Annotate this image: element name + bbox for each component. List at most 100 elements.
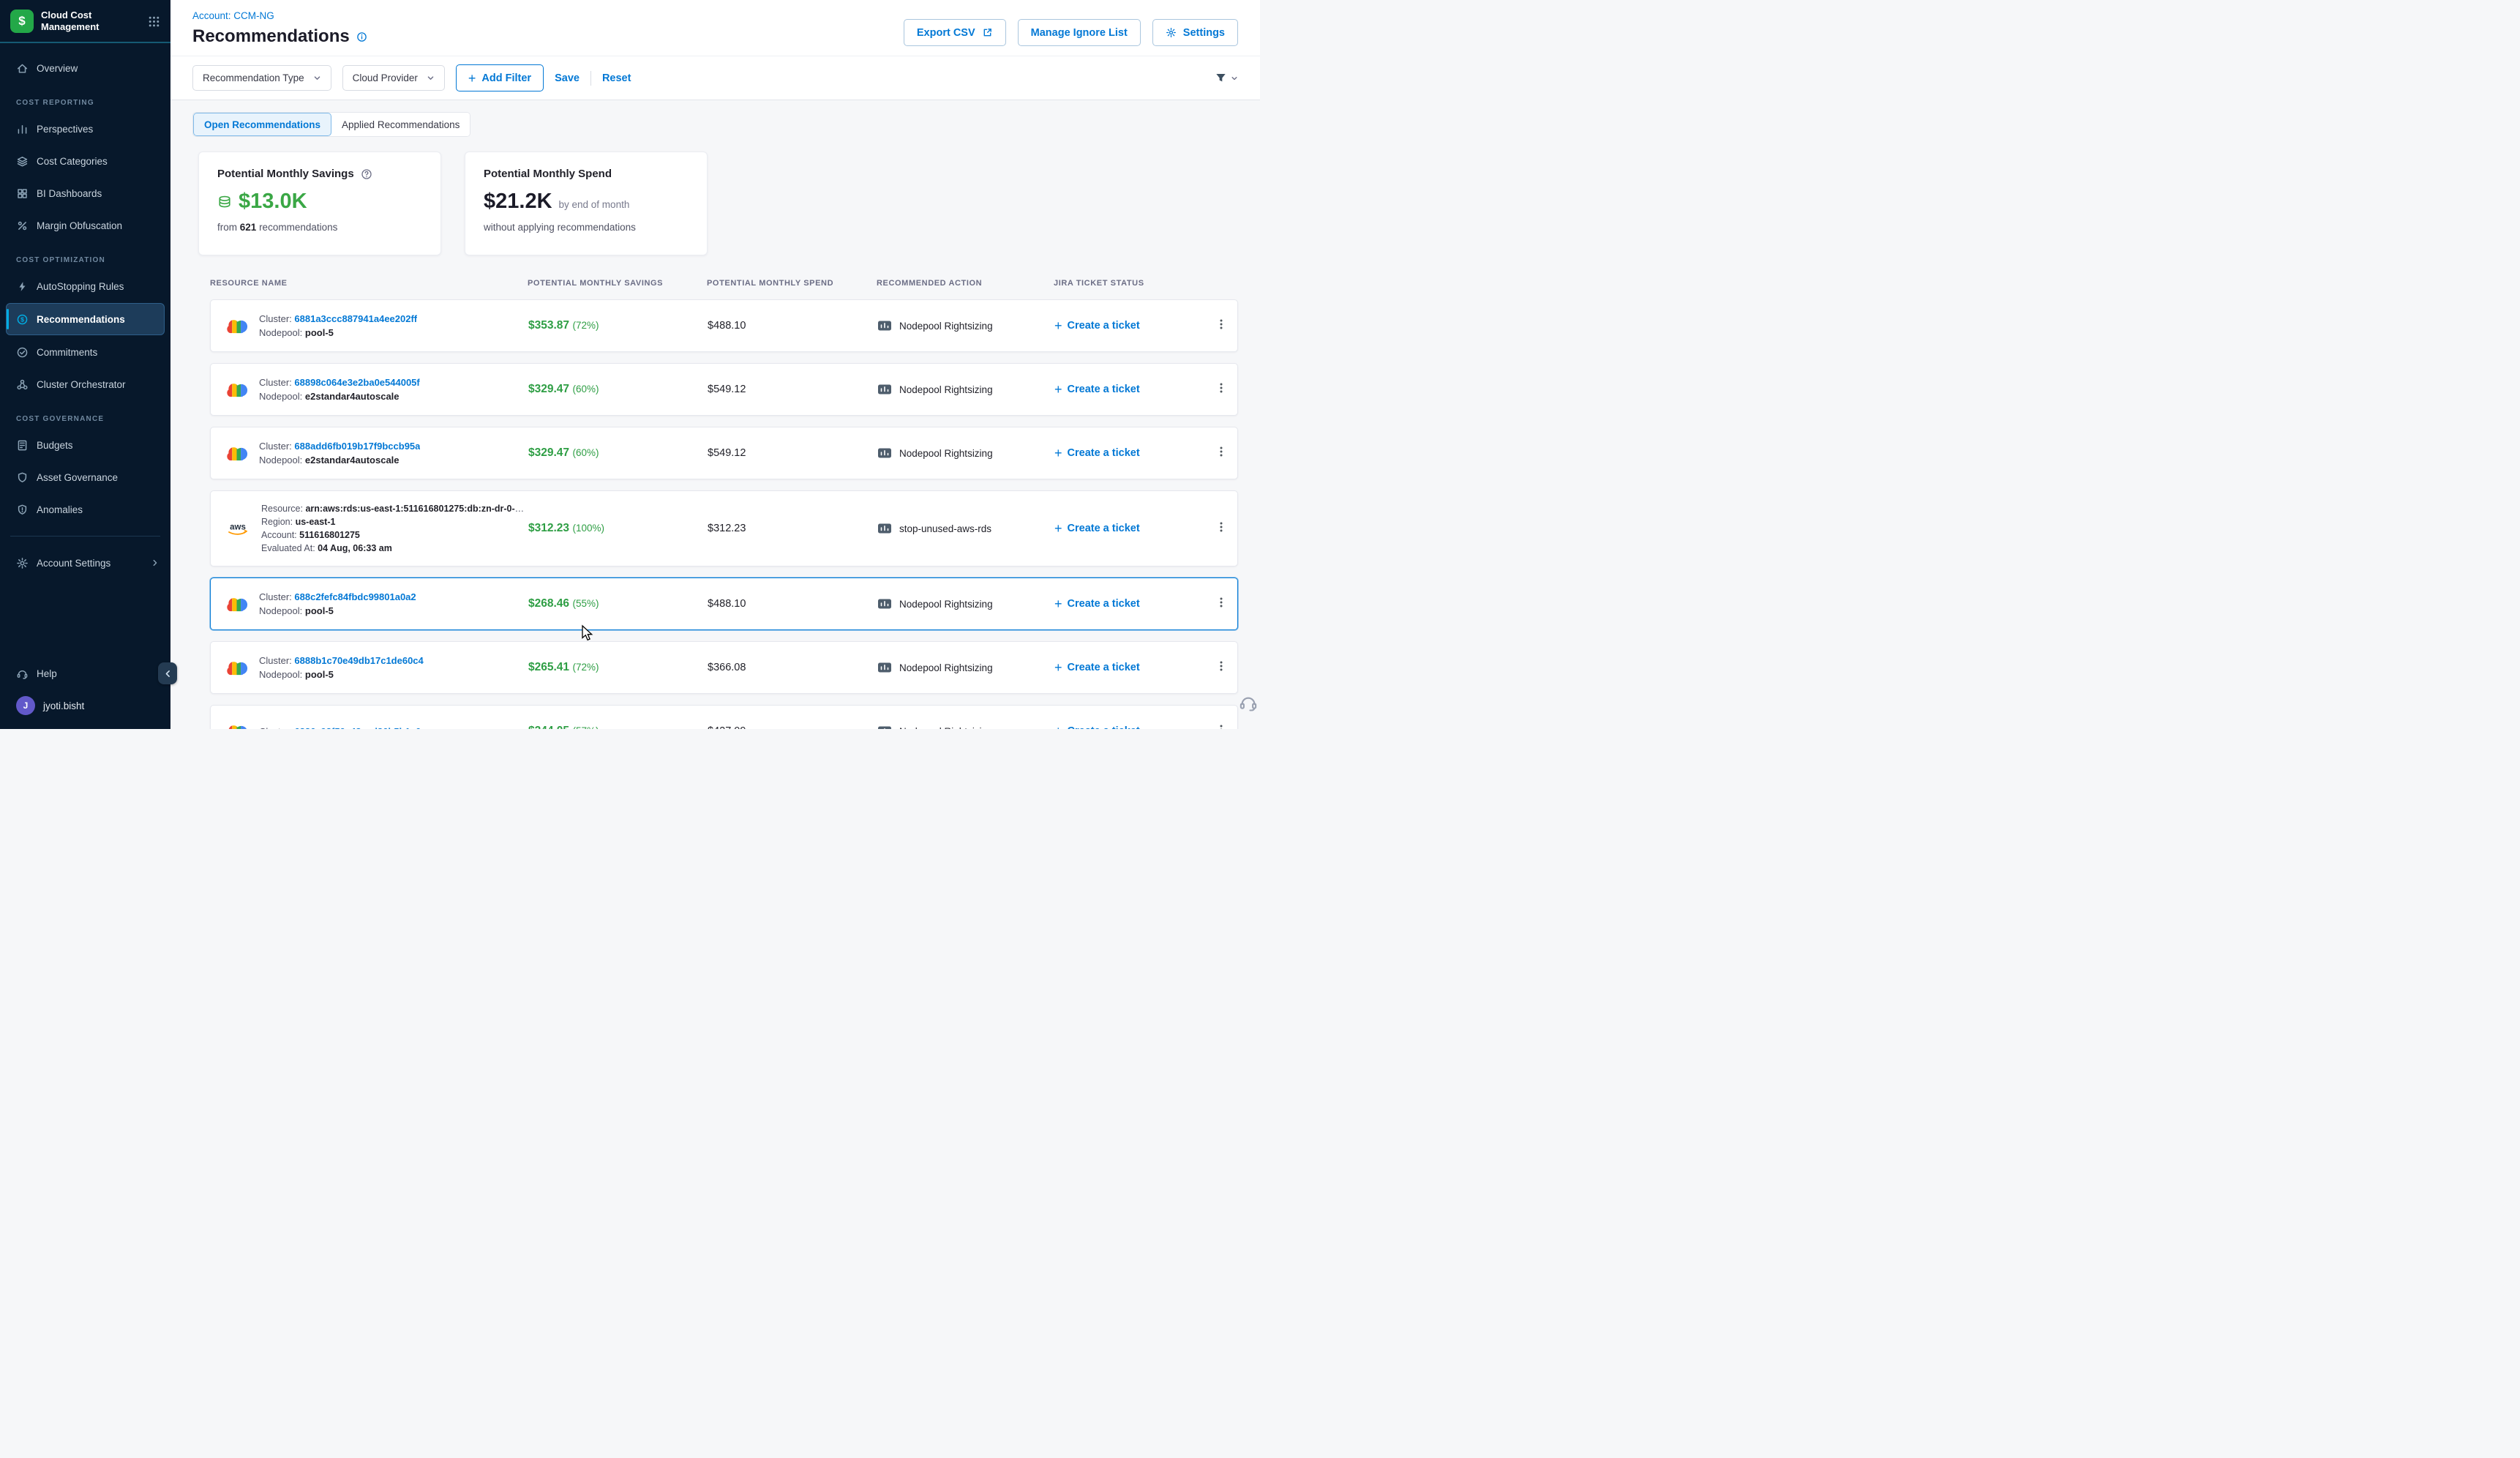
resource-link[interactable]: 6881a3ccc887941a4ee202ff xyxy=(294,313,417,324)
table-row[interactable]: Cluster: 68898c064e3e2ba0e544005fNodepoo… xyxy=(210,363,1238,416)
recommended-action-cell: Nodepool Rightsizing xyxy=(877,598,1054,610)
action-icon xyxy=(877,447,892,459)
row-menu-button[interactable] xyxy=(1205,381,1237,398)
sidebar-collapse-button[interactable] xyxy=(158,662,177,684)
settings-label: Settings xyxy=(1183,27,1225,39)
create-ticket-button[interactable]: +Create a ticket xyxy=(1054,725,1205,729)
row-menu-button[interactable] xyxy=(1205,445,1237,462)
chevron-right-icon xyxy=(150,558,160,568)
question-circle-icon[interactable] xyxy=(361,168,372,180)
nav-item-label: Budgets xyxy=(37,440,73,451)
export-csv-button[interactable]: Export CSV xyxy=(904,19,1006,46)
savings-cell: $268.46 (55%) xyxy=(528,597,708,610)
recommended-action-cell: Nodepool Rightsizing xyxy=(877,662,1054,673)
dashboard-grid-icon xyxy=(16,187,29,200)
export-csv-label: Export CSV xyxy=(917,27,975,39)
sidebar-item-help[interactable]: Help xyxy=(0,657,170,689)
create-ticket-button[interactable]: +Create a ticket xyxy=(1054,597,1205,610)
create-ticket-button[interactable]: +Create a ticket xyxy=(1054,319,1205,332)
row-menu-button[interactable] xyxy=(1205,318,1237,334)
spend-cell: $312.23 xyxy=(708,523,877,534)
recommended-action-cell: Nodepool Rightsizing xyxy=(877,447,1054,459)
create-ticket-button[interactable]: +Create a ticket xyxy=(1054,522,1205,535)
resource-link[interactable]: 688add6fb019b17f9bccb95a xyxy=(294,441,420,452)
table-row[interactable]: Cluster: 688add6fb019b17f9bccb95aNodepoo… xyxy=(210,427,1238,479)
table-row[interactable]: Cluster: 6888b1c70e49db17c1de60c4Nodepoo… xyxy=(210,641,1238,694)
row-menu-button[interactable] xyxy=(1205,659,1237,676)
table-row[interactable]: Cluster: 688c2fefc84fbdc99801a0a2Nodepoo… xyxy=(210,577,1238,630)
savings-cell: $329.47 (60%) xyxy=(528,383,708,396)
resource-link[interactable]: 688c2fefc84fbdc99801a0a2 xyxy=(294,591,416,602)
sidebar-item-overview[interactable]: Overview xyxy=(0,52,170,84)
sidebar-item-perspectives[interactable]: Perspectives xyxy=(0,113,170,145)
sidebar-item-anomalies[interactable]: Anomalies xyxy=(0,493,170,526)
cloud-provider-dropdown[interactable]: Cloud Provider xyxy=(342,65,445,91)
sidebar-item-commitments[interactable]: Commitments xyxy=(0,336,170,368)
tab-open-recommendations[interactable]: Open Recommendations xyxy=(193,113,331,136)
percent-icon xyxy=(16,220,29,232)
table-row[interactable]: awsResource: arn:aws:rds:us-east-1:51161… xyxy=(210,490,1238,567)
account-breadcrumb[interactable]: Account: CCM-NG xyxy=(192,10,367,21)
action-label: Nodepool Rightsizing xyxy=(899,599,993,610)
recommendation-tabs: Open Recommendations Applied Recommendat… xyxy=(192,112,470,137)
sidebar-item-autostopping-rules[interactable]: AutoStopping Rules xyxy=(0,270,170,302)
action-icon xyxy=(877,598,892,610)
table-row[interactable]: Cluster: 6881a3ccc887941a4ee202ffNodepoo… xyxy=(210,299,1238,352)
filter-funnel-button[interactable] xyxy=(1215,72,1238,84)
sidebar-item-asset-governance[interactable]: Asset Governance xyxy=(0,461,170,493)
recommended-action-cell: Nodepool Rightsizing xyxy=(877,384,1054,395)
resource-value: us-east-1 xyxy=(296,517,336,527)
action-label: stop-unused-aws-rds xyxy=(899,523,991,534)
create-ticket-button[interactable]: +Create a ticket xyxy=(1054,661,1205,674)
resource-cell: Cluster: 6888b1c70e49db17c1de60c4Nodepoo… xyxy=(211,648,528,687)
sidebar-item-cluster-orchestrator[interactable]: Cluster Orchestrator xyxy=(0,368,170,400)
plus-icon: + xyxy=(1054,725,1062,729)
row-menu-button[interactable] xyxy=(1205,520,1237,537)
user-menu[interactable]: J jyoti.bisht xyxy=(0,689,170,722)
manage-ignore-list-button[interactable]: Manage Ignore List xyxy=(1018,19,1141,46)
username: jyoti.bisht xyxy=(43,700,84,711)
add-filter-button[interactable]: + Add Filter xyxy=(456,64,544,91)
resource-link[interactable]: 6886e92f59a48cad86b5b1c6 xyxy=(294,726,421,730)
support-chat-icon[interactable] xyxy=(1238,692,1259,713)
info-icon[interactable] xyxy=(356,31,367,42)
savings-card-title: Potential Monthly Savings xyxy=(217,168,354,180)
spend-subtext: without applying recommendations xyxy=(484,222,689,233)
resource-link[interactable]: 6888b1c70e49db17c1de60c4 xyxy=(294,655,423,666)
create-ticket-button[interactable]: +Create a ticket xyxy=(1054,446,1205,460)
row-menu-button[interactable] xyxy=(1205,723,1237,730)
app-grid-icon[interactable] xyxy=(148,15,160,28)
sidebar-item-recommendations[interactable]: $Recommendations xyxy=(6,303,165,335)
gcp-logo-icon xyxy=(225,444,248,463)
sidebar-item-bi-dashboards[interactable]: BI Dashboards xyxy=(0,177,170,209)
action-icon xyxy=(877,320,892,332)
sidebar-item-cost-categories[interactable]: Cost Categories xyxy=(0,145,170,177)
sidebar-item-budgets[interactable]: Budgets xyxy=(0,429,170,461)
calculator-icon xyxy=(16,439,29,452)
action-label: Nodepool Rightsizing xyxy=(899,726,993,730)
resource-line: Nodepool: pool-5 xyxy=(259,669,424,680)
chevron-down-icon xyxy=(427,74,435,82)
aws-logo-icon: aws xyxy=(225,520,250,538)
row-menu-button[interactable] xyxy=(1205,596,1237,613)
potential-spend-card: Potential Monthly Spend $21.2K by end of… xyxy=(465,152,708,255)
resource-link[interactable]: 68898c064e3e2ba0e544005f xyxy=(294,377,419,388)
tab-applied-recommendations[interactable]: Applied Recommendations xyxy=(331,113,470,136)
settings-button[interactable]: Settings xyxy=(1152,19,1238,46)
sidebar-item-account-settings[interactable]: Account Settings xyxy=(0,547,170,579)
sidebar-item-margin-obfuscation[interactable]: Margin Obfuscation xyxy=(0,209,170,242)
table-row[interactable]: Cluster: 6886e92f59a48cad86b5b1c6$244.05… xyxy=(210,705,1238,729)
check-circle-icon xyxy=(16,346,29,359)
chevron-down-icon xyxy=(313,74,321,82)
resource-value: arn:aws:rds:us-east-1:511616801275:db:zn… xyxy=(305,504,528,514)
create-ticket-button[interactable]: +Create a ticket xyxy=(1054,383,1205,396)
resource-line: Account: 511616801275 xyxy=(261,530,528,540)
spend-cell: $366.08 xyxy=(708,662,877,673)
save-filter-link[interactable]: Save xyxy=(555,72,580,84)
recommendation-type-dropdown[interactable]: Recommendation Type xyxy=(192,65,331,91)
plus-icon: + xyxy=(1054,522,1062,535)
resource-value: 04 Aug, 06:33 am xyxy=(318,543,392,553)
main-area: Account: CCM-NG Recommendations Export C… xyxy=(170,0,1260,729)
reset-filter-link[interactable]: Reset xyxy=(602,72,631,84)
layers-icon xyxy=(16,155,29,168)
